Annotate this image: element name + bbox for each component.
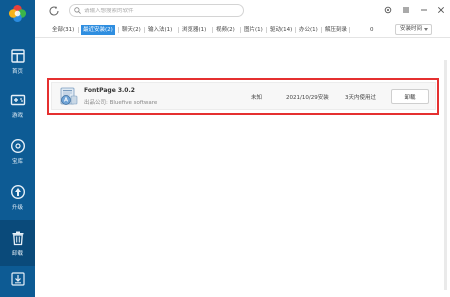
refresh-icon[interactable] (48, 5, 60, 17)
list-item[interactable]: FontPage 3.0.2 出品公司: Bluefive software 未… (51, 82, 436, 110)
app-list: FontPage 3.0.2 出品公司: Bluefive software 未… (35, 38, 450, 297)
sidebar-item-uninstall[interactable]: 卸载 (0, 220, 35, 266)
tab-divider (78, 27, 79, 33)
close-icon (437, 6, 445, 14)
sidebar-item-label: 游戏 (11, 112, 23, 119)
sidebar-item-games[interactable]: 游戏 (0, 82, 35, 128)
sidebar-item-upgrade[interactable]: 升级 (0, 174, 35, 220)
uninstall-button[interactable]: 卸载 (391, 89, 429, 104)
tab-divider (144, 27, 145, 33)
tab-all[interactable]: 全部(31) (51, 25, 75, 35)
tab-video[interactable]: 视频(2) (215, 25, 236, 35)
tab-divider (178, 27, 179, 33)
settings-button[interactable] (383, 5, 393, 15)
sidebar: 首页 游戏 宝库 升级 卸载 (0, 0, 35, 297)
app-last-used: 3天内使用过 (345, 95, 376, 101)
top-bar (35, 0, 450, 22)
trash-icon (12, 231, 23, 245)
sort-value: 安装时间 (400, 26, 423, 32)
app-logo-icon (8, 4, 27, 23)
tab-input-method[interactable]: 输入法(1) (147, 25, 173, 35)
tab-divider (266, 27, 267, 33)
tab-archive-burn[interactable]: 解压刻录 (324, 25, 348, 35)
tab-driver[interactable]: 驱动(14) (269, 25, 293, 35)
sort-dropdown[interactable]: 安装时间 (395, 24, 432, 35)
menu-button[interactable] (401, 5, 411, 15)
app-publisher: 出品公司: Bluefive software (84, 100, 158, 106)
disc-icon (10, 138, 25, 153)
tab-image[interactable]: 图片(1) (243, 25, 264, 35)
scrollbar-track[interactable] (444, 60, 447, 290)
tab-divider (295, 27, 296, 33)
app-install-date: 2021/10/29安装 (286, 95, 329, 101)
sidebar-item-home[interactable]: 首页 (0, 38, 35, 84)
search-input[interactable] (84, 7, 234, 14)
fontpage-app-icon (60, 87, 78, 105)
sidebar-item-label: 首页 (11, 68, 23, 75)
app-name: FontPage 3.0.2 (84, 87, 135, 94)
minimize-icon (421, 9, 427, 11)
close-button[interactable] (436, 5, 446, 15)
tab-divider (321, 27, 322, 33)
tab-overflow-count[interactable]: 0 (369, 25, 375, 35)
search-icon (74, 7, 81, 14)
sidebar-item-label: 宝库 (11, 158, 23, 165)
app-size: 未知 (251, 95, 263, 101)
gear-icon (384, 6, 392, 14)
tab-office[interactable]: 办公(1) (298, 25, 319, 35)
tab-divider (349, 27, 350, 33)
upgrade-arrow-icon (10, 184, 25, 199)
tab-divider (118, 27, 119, 33)
category-tabs: 全部(31) 最近安装(2) 聊天(2) 输入法(1) 浏览器(1) 视频(2)… (35, 22, 450, 38)
home-icon (10, 48, 25, 63)
chevron-down-icon (424, 28, 428, 31)
gamepad-icon (10, 94, 25, 105)
tab-chat[interactable]: 聊天(2) (121, 25, 142, 35)
download-manager-icon[interactable] (11, 272, 25, 286)
tab-browser[interactable]: 浏览器(1) (181, 25, 207, 35)
sidebar-item-treasury[interactable]: 宝库 (0, 128, 35, 174)
sidebar-item-label: 升级 (11, 204, 23, 211)
tab-divider (240, 27, 241, 33)
menu-icon (403, 7, 409, 13)
tab-recently-installed[interactable]: 最近安装(2) (81, 25, 115, 35)
sidebar-item-label: 卸载 (11, 250, 23, 257)
tab-divider (212, 27, 213, 33)
search-box[interactable] (69, 4, 244, 17)
minimize-button[interactable] (419, 5, 429, 15)
